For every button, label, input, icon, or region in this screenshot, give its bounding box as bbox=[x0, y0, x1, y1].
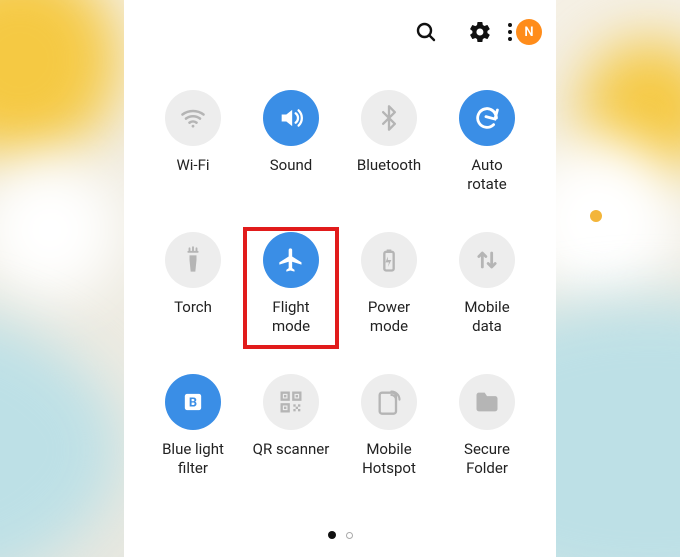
tile-label: Bluetooth bbox=[357, 156, 421, 175]
search-icon bbox=[414, 20, 438, 44]
tile-secure-folder[interactable]: Secure Folder bbox=[438, 368, 536, 478]
pager-dot[interactable] bbox=[346, 532, 353, 539]
tile-label: Flight mode bbox=[272, 298, 310, 336]
hotspot-icon bbox=[361, 374, 417, 430]
torch-icon bbox=[165, 232, 221, 288]
tile-label: Auto rotate bbox=[467, 156, 506, 194]
quick-settings-grid: Wi-Fi Sound Bluetooth bbox=[124, 64, 556, 513]
tile-mobile-data[interactable]: Mobile data bbox=[438, 226, 536, 336]
blue-light-icon: B bbox=[165, 374, 221, 430]
bluetooth-icon bbox=[361, 90, 417, 146]
auto-rotate-icon bbox=[459, 90, 515, 146]
tile-label: Mobile data bbox=[464, 298, 509, 336]
tile-label: Torch bbox=[174, 298, 212, 317]
tile-torch[interactable]: Torch bbox=[144, 226, 242, 317]
data-arrows-icon bbox=[459, 232, 515, 288]
search-button[interactable] bbox=[408, 14, 444, 50]
header-bar: N bbox=[124, 0, 556, 64]
tile-sound[interactable]: Sound bbox=[242, 84, 340, 175]
tile-qr-scanner[interactable]: QR scanner bbox=[242, 368, 340, 459]
tile-label: Wi-Fi bbox=[176, 156, 209, 175]
svg-text:B: B bbox=[189, 396, 197, 411]
tile-label: Power mode bbox=[368, 298, 410, 336]
tile-label: Sound bbox=[270, 156, 312, 175]
tile-power-mode[interactable]: Power mode bbox=[340, 226, 438, 336]
tile-label: Secure Folder bbox=[464, 440, 510, 478]
profile-avatar[interactable]: N bbox=[516, 19, 542, 45]
tile-label: Mobile Hotspot bbox=[362, 440, 416, 478]
folder-icon bbox=[459, 374, 515, 430]
settings-button[interactable] bbox=[462, 14, 498, 50]
gear-icon bbox=[468, 20, 492, 44]
tile-blue-light[interactable]: B Blue light filter bbox=[144, 368, 242, 478]
avatar-letter: N bbox=[524, 25, 533, 40]
wifi-icon bbox=[165, 90, 221, 146]
sound-icon bbox=[263, 90, 319, 146]
pager-dot-active[interactable] bbox=[328, 531, 336, 539]
tile-wifi[interactable]: Wi-Fi bbox=[144, 84, 242, 175]
tile-flight-mode[interactable]: Flight mode bbox=[242, 226, 340, 336]
tile-hotspot[interactable]: Mobile Hotspot bbox=[340, 368, 438, 478]
qr-icon bbox=[263, 374, 319, 430]
page-indicator bbox=[124, 513, 556, 557]
tile-auto-rotate[interactable]: Auto rotate bbox=[438, 84, 536, 194]
tile-label: Blue light filter bbox=[162, 440, 224, 478]
battery-icon bbox=[361, 232, 417, 288]
airplane-icon bbox=[263, 232, 319, 288]
quick-settings-panel: N Wi-Fi Sound bbox=[124, 0, 556, 557]
tile-label: QR scanner bbox=[253, 440, 330, 459]
tile-bluetooth[interactable]: Bluetooth bbox=[340, 84, 438, 175]
